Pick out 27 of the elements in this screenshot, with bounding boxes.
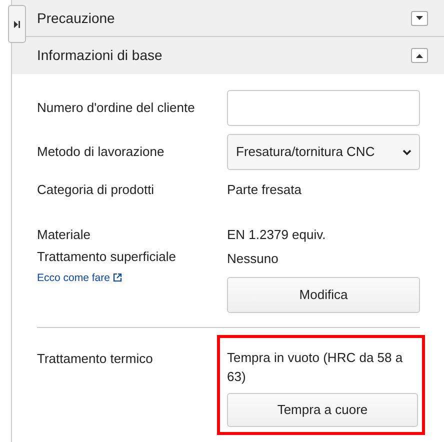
caret-down-icon — [416, 16, 423, 20]
field-label: Materiale — [37, 226, 92, 244]
section-header[interactable]: Informazioni di base — [12, 37, 444, 74]
method-select[interactable]: Fresatura/tornitura CNC — [227, 134, 420, 170]
expand-toggle-button[interactable] — [411, 48, 428, 63]
field-value: Nessuno — [227, 250, 280, 268]
external-link-icon — [112, 273, 122, 282]
panel-toggle-button[interactable] — [8, 5, 26, 43]
field-label: Numero d'ordine del cliente — [37, 99, 196, 118]
heat-treatment-button[interactable]: Tempra a cuore — [227, 392, 418, 426]
field-label: Trattamento superficiale — [37, 248, 177, 266]
field-value: Parte fresata — [227, 182, 302, 197]
field-label: Categoria di prodotti — [37, 181, 156, 199]
expand-toggle-button[interactable] — [411, 10, 428, 26]
field-label: Metodo di lavorazione — [37, 143, 166, 162]
edit-button[interactable]: Modifica — [227, 276, 420, 312]
collapse-icon — [14, 20, 20, 28]
caret-up-icon — [416, 54, 423, 58]
section-title: Informazioni di base — [37, 46, 162, 65]
section-header[interactable]: Precauzione — [12, 0, 444, 37]
field-value: EN 1.2379 equiv. — [227, 226, 327, 244]
help-link[interactable]: Ecco come fare — [37, 272, 122, 284]
field-label: Trattamento termico — [37, 350, 154, 368]
field-value: Tempra in vuoto (HRC da 58 a 63) — [227, 348, 404, 386]
order-number-field[interactable] — [227, 90, 420, 126]
chevron-down-icon — [403, 150, 411, 154]
section-title: Precauzione — [37, 8, 115, 28]
